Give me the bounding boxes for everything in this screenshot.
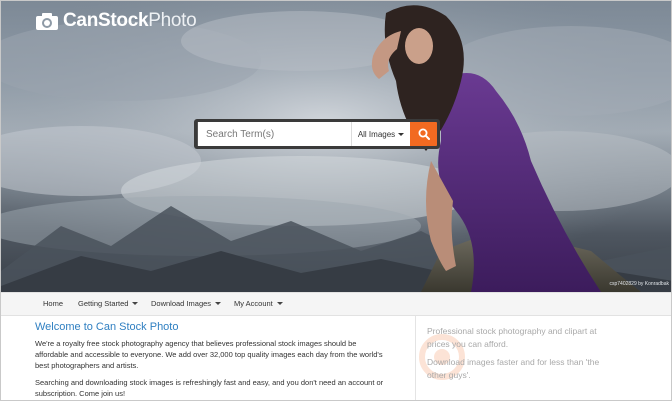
chevron-down-icon <box>215 302 222 305</box>
welcome-title: Welcome to Can Stock Photo <box>35 321 179 333</box>
search-bar: All Images <box>194 119 440 149</box>
site-logo[interactable]: CanStock Photo <box>35 10 197 32</box>
logo-text-light: Photo <box>148 10 197 31</box>
nav-item-home[interactable]: Home <box>43 299 63 308</box>
camera-icon <box>36 12 58 30</box>
category-select[interactable]: All Images <box>351 122 410 146</box>
search-input[interactable] <box>197 122 351 146</box>
content-area: Welcome to Can Stock Photo We're a royal… <box>1 316 671 400</box>
nav-item-label: Download Images <box>151 299 212 308</box>
column-divider <box>415 316 416 400</box>
search-icon <box>418 128 430 140</box>
chevron-down-icon <box>132 302 139 305</box>
intro-paragraph: We're a royalty free stock photography a… <box>35 339 383 371</box>
logo-text-strong: CanStock <box>63 10 149 31</box>
chevron-down-icon <box>398 132 405 136</box>
nav-item-my-account[interactable]: My Account <box>234 299 283 308</box>
nav-item-label: My Account <box>234 299 273 308</box>
intro-paragraph-2: Searching and downloading stock images i… <box>35 377 384 398</box>
main-nav: Home Getting Started Download Images My … <box>1 292 671 316</box>
search-button[interactable] <box>410 122 437 146</box>
chevron-down-icon <box>276 302 283 305</box>
promo-text-2: Download images faster and for less than… <box>427 357 600 380</box>
promo-section: Professional stock photography and clipa… <box>427 325 617 387</box>
category-select-label: All Images <box>357 129 396 139</box>
promo-text: Professional stock photography and clipa… <box>427 326 597 349</box>
nav-item-label: Getting Started <box>78 299 129 308</box>
nav-item-download-images[interactable]: Download Images <box>151 299 222 308</box>
hero-banner: CanStock Photo All Images csp7402829 by … <box>1 1 671 292</box>
nav-item-label: Home <box>43 299 64 308</box>
page-frame: CanStock Photo All Images csp7402829 by … <box>0 0 672 401</box>
image-credit: csp7402829 by Konradbak <box>609 281 670 287</box>
nav-item-getting-started[interactable]: Getting Started <box>78 299 139 308</box>
welcome-section: Welcome to Can Stock Photo We're a royal… <box>35 321 391 400</box>
